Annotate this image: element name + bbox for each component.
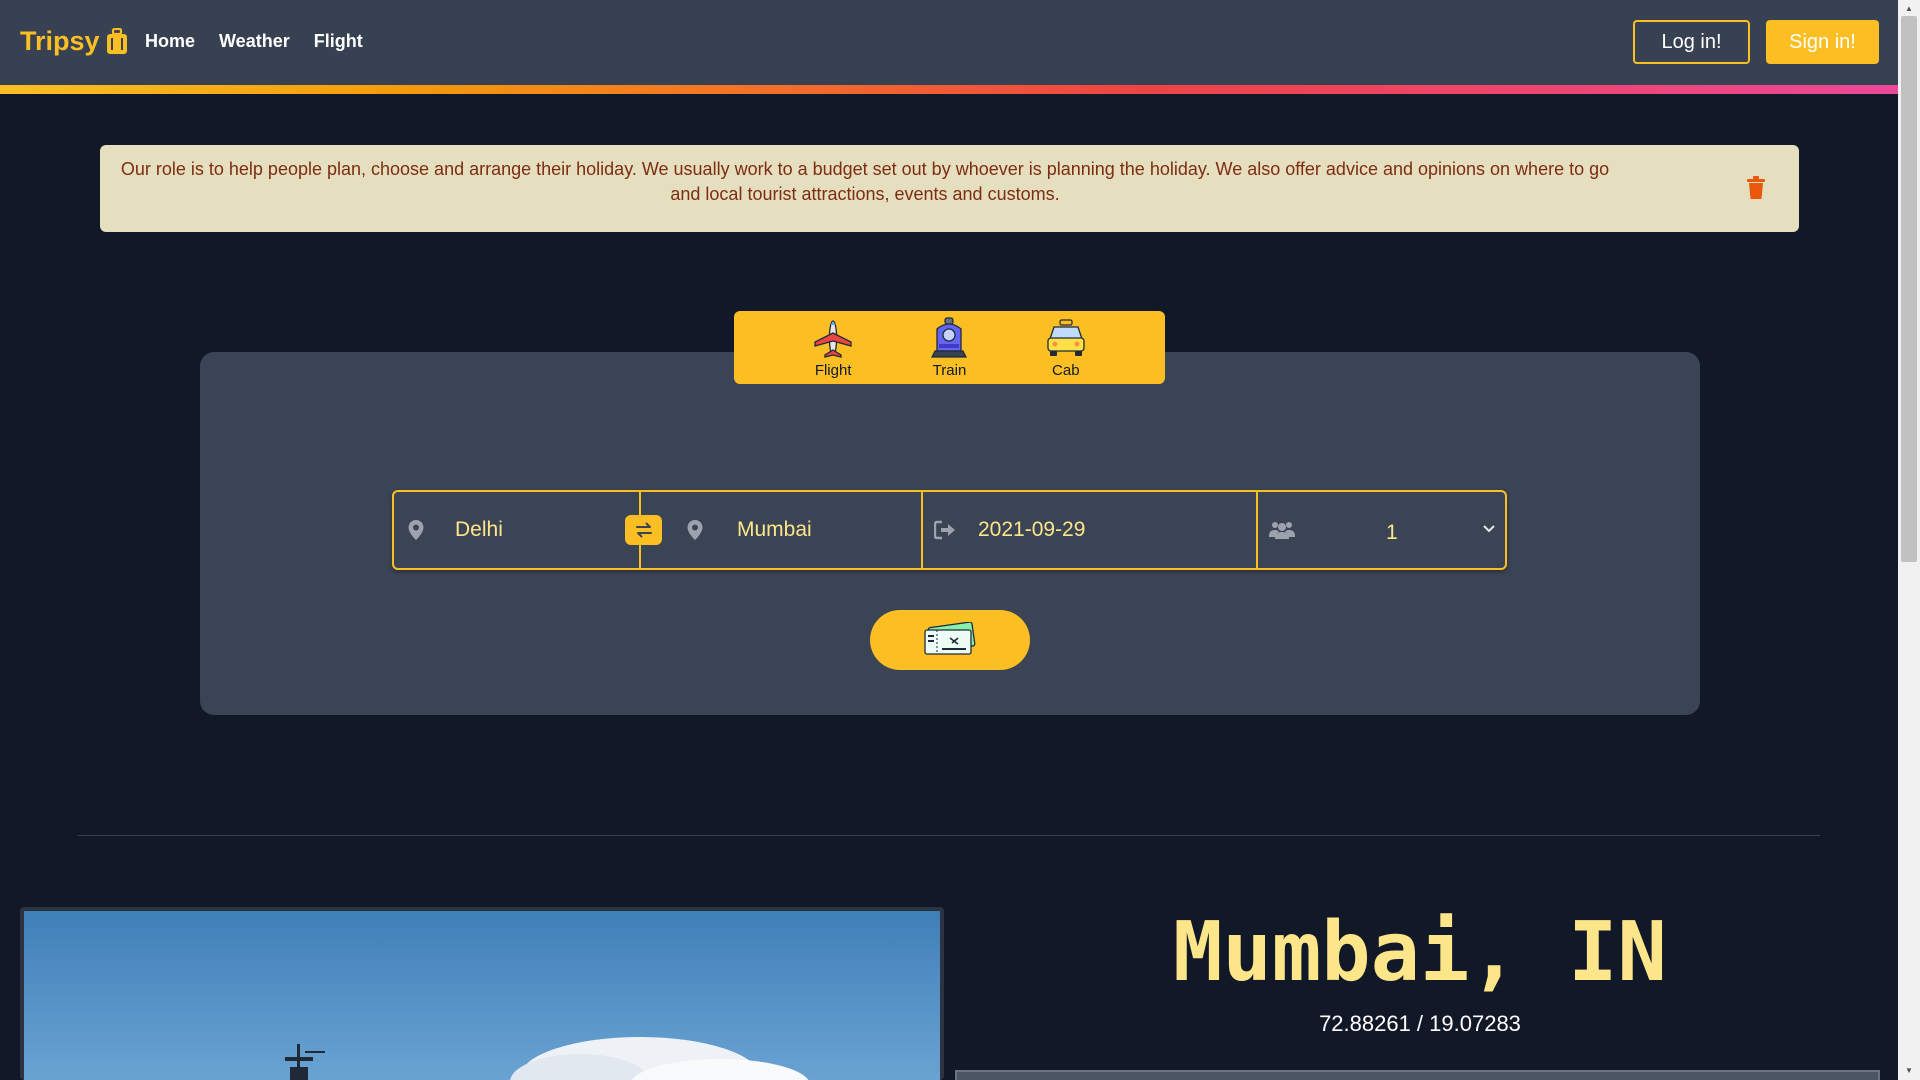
login-button[interactable]: Log in! bbox=[1633, 20, 1750, 64]
taxi-icon bbox=[1047, 319, 1085, 356]
users-group-icon bbox=[1269, 522, 1295, 539]
field-divider bbox=[1256, 492, 1258, 568]
tab-train-label: Train bbox=[932, 362, 967, 379]
train-icon bbox=[931, 317, 968, 358]
brand-logo[interactable]: Tripsy bbox=[20, 26, 128, 57]
scroll-down-arrow[interactable]: ▼ bbox=[1901, 1064, 1917, 1078]
tickets-icon bbox=[924, 622, 976, 655]
city-title: Mumbai, IN bbox=[1173, 905, 1667, 1000]
transport-mode-tabs: Flight Train Cab bbox=[734, 311, 1165, 384]
tab-train[interactable]: Train bbox=[899, 311, 999, 384]
passengers-select[interactable]: 1 bbox=[1259, 492, 1505, 568]
tab-cab-label: Cab bbox=[1052, 362, 1080, 379]
scroll-up-arrow[interactable]: ▲ bbox=[1901, 2, 1917, 16]
signin-button[interactable]: Sign in! bbox=[1766, 20, 1879, 64]
from-city-input[interactable]: Delhi bbox=[394, 492, 637, 568]
weather-info-card bbox=[955, 1070, 1880, 1080]
city-photo-image bbox=[24, 911, 940, 1080]
to-city-value: Mumbai bbox=[737, 518, 812, 541]
alert-message: Our role is to help people plan, choose … bbox=[120, 159, 1610, 204]
nav-link-flight[interactable]: Flight bbox=[314, 31, 363, 52]
city-coordinates: 72.88261 / 19.07283 bbox=[1319, 1011, 1521, 1036]
tab-flight-label: Flight bbox=[814, 362, 852, 379]
navbar: Tripsy Home Weather Flight Log in! Sign … bbox=[0, 0, 1898, 85]
field-divider bbox=[921, 492, 923, 568]
to-city-input[interactable]: Mumbai bbox=[641, 492, 921, 568]
scrollbar-thumb[interactable] bbox=[1901, 16, 1917, 562]
brand-name: Tripsy bbox=[20, 26, 100, 56]
from-city-value: Delhi bbox=[455, 518, 503, 541]
suitcase-icon bbox=[106, 27, 127, 54]
city-photo bbox=[20, 907, 944, 1080]
tab-flight[interactable]: Flight bbox=[783, 311, 883, 384]
search-tickets-button[interactable] bbox=[870, 610, 1030, 670]
nav-link-weather[interactable]: Weather bbox=[219, 31, 290, 52]
swap-arrows-icon bbox=[635, 522, 652, 538]
departure-date-value: 2021-09-29 bbox=[978, 518, 1086, 541]
section-divider bbox=[78, 835, 1820, 836]
nav-link-home[interactable]: Home bbox=[145, 31, 195, 52]
departure-date-input[interactable]: 2021-09-29 bbox=[924, 492, 1256, 568]
sign-out-arrow-icon bbox=[934, 520, 955, 540]
location-pin-icon bbox=[687, 520, 703, 540]
passengers-value: 1 bbox=[1386, 521, 1398, 544]
nav-links: Home Weather Flight bbox=[145, 31, 363, 52]
tab-cab[interactable]: Cab bbox=[1016, 311, 1116, 384]
trash-icon[interactable] bbox=[1745, 176, 1767, 200]
location-pin-icon bbox=[408, 520, 424, 540]
airplane-icon bbox=[814, 320, 852, 358]
info-alert: Our role is to help people plan, choose … bbox=[100, 145, 1799, 232]
navbar-gradient-divider bbox=[0, 85, 1898, 94]
swap-cities-button[interactable] bbox=[625, 515, 662, 545]
chevron-down-icon bbox=[1483, 525, 1495, 533]
